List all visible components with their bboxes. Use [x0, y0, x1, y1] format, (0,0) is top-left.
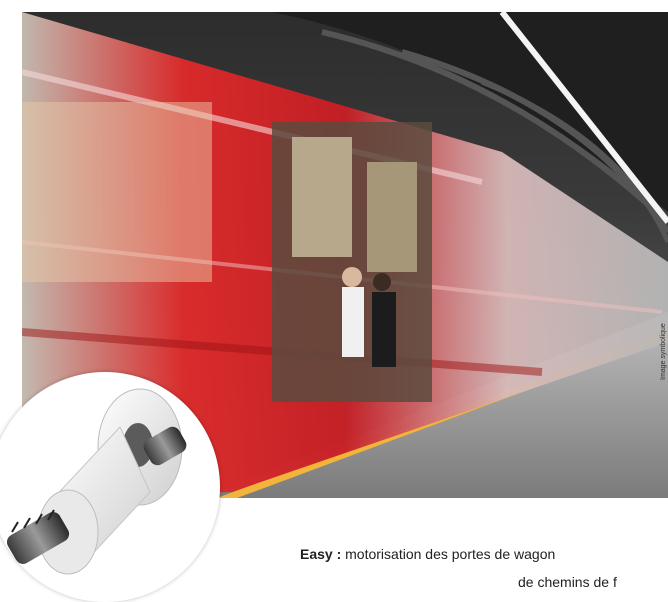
caption-line2: de chemins de f [518, 574, 617, 590]
caption-line1: motorisation des portes de wagon [341, 546, 556, 562]
bearing-product-image [0, 372, 220, 602]
caption-bold: Easy : [300, 546, 342, 562]
image-credit: Image symbolique [660, 323, 667, 380]
caption: Easy : motorisation des portes de wagon … [300, 540, 617, 596]
bearing-illustration [6, 388, 187, 575]
